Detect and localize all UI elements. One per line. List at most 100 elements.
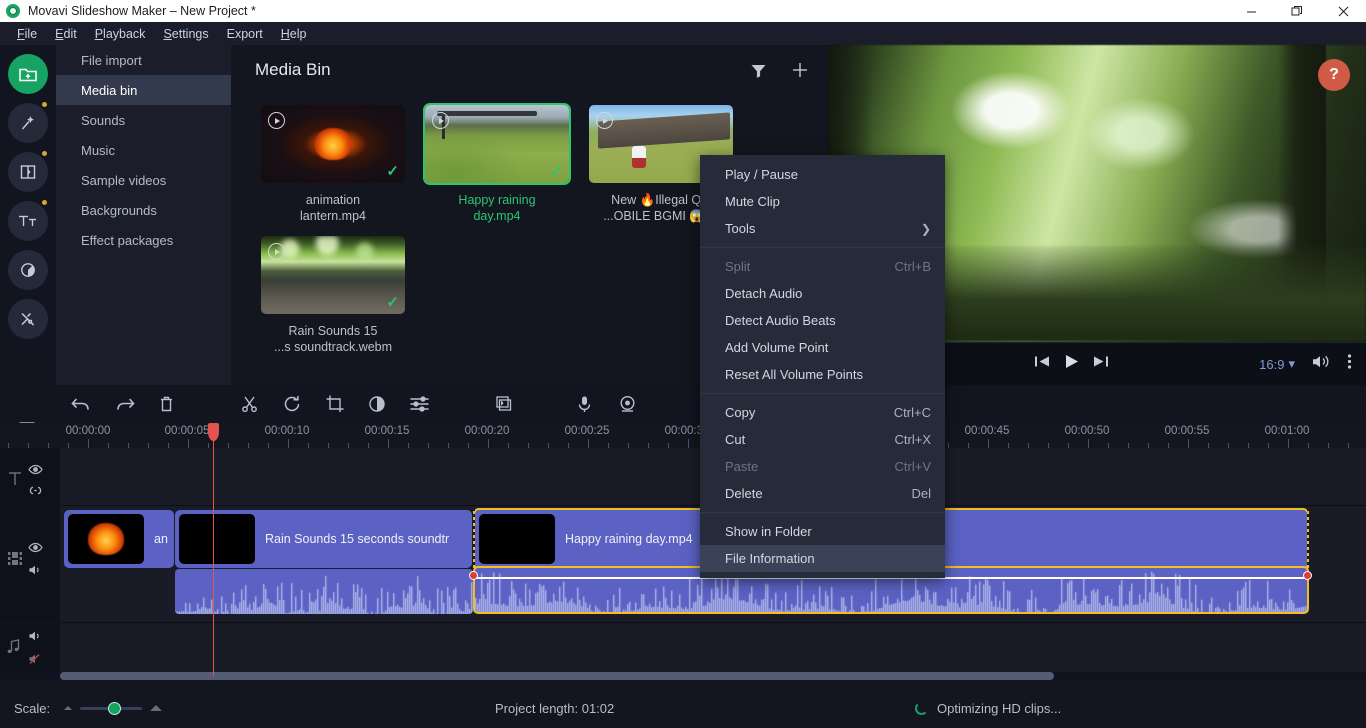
help-button[interactable]: ? (1318, 59, 1350, 91)
media-item[interactable]: ✓ Happy raining day.mp4 (415, 103, 579, 224)
context-menu-item[interactable]: Mute Clip (700, 188, 945, 215)
scale-slider[interactable] (64, 701, 163, 715)
eye-visible-icon[interactable] (28, 462, 43, 480)
menu-help[interactable]: Help (272, 25, 316, 43)
menu-settings[interactable]: Settings (154, 25, 217, 43)
next-frame-icon[interactable] (1092, 354, 1109, 374)
timeline-ruler[interactable]: 00:00:00 00:00:05 00:00:10 00:00:15 00:0… (0, 423, 1366, 448)
delete-trash-icon[interactable] (157, 394, 176, 419)
close-button[interactable] (1320, 0, 1366, 22)
media-thumbnail[interactable]: ✓ (423, 103, 571, 185)
ruler-label: 00:00:50 (1064, 425, 1110, 437)
context-menu-item[interactable]: Detach Audio (700, 280, 945, 307)
menu-file[interactable]: File (8, 25, 46, 43)
menu-playback[interactable]: Playback (86, 25, 155, 43)
used-check-icon: ✓ (386, 294, 399, 311)
maximize-button[interactable] (1274, 0, 1320, 22)
plus-add-media-icon[interactable] (790, 60, 810, 80)
play-icon[interactable] (432, 112, 449, 129)
context-menu-item-label: Paste (725, 459, 759, 474)
context-menu-item[interactable]: Show in Folder (700, 518, 945, 545)
speaker-icon[interactable] (28, 563, 43, 581)
rail-import-files-button[interactable] (8, 54, 48, 94)
timeline-clip[interactable]: Rain Sounds 15 seconds soundtr (175, 510, 472, 568)
rotate-icon[interactable] (282, 394, 302, 419)
clip-left-edge-handle[interactable] (473, 508, 475, 570)
sidebar-item-sample-videos[interactable]: Sample videos (56, 165, 231, 195)
context-menu-item[interactable]: Cut Ctrl+X (700, 426, 945, 453)
status-bar: Scale: Project length: 01:02 Optimizing … (0, 688, 1366, 728)
properties-sliders-icon[interactable] (409, 394, 430, 419)
volume-point-left[interactable] (469, 571, 478, 580)
playhead-handle[interactable] (208, 423, 219, 441)
color-adjust-icon[interactable] (367, 394, 387, 419)
media-item[interactable]: ✓ animation lantern.mp4 (251, 103, 415, 224)
sidebar-item-backgrounds[interactable]: Backgrounds (56, 195, 231, 225)
filter-funnel-icon[interactable] (749, 61, 768, 80)
link-detach-icon[interactable] (28, 483, 43, 501)
context-menu-item[interactable]: Add Volume Point (700, 334, 945, 361)
undo-icon[interactable] (70, 394, 92, 419)
chevron-down-icon: ▾ (1288, 356, 1295, 371)
crop-icon[interactable] (325, 394, 345, 419)
timeline-hscrollbar-thumb[interactable] (60, 672, 1054, 680)
context-menu-item[interactable]: Delete Del (700, 480, 945, 507)
play-icon[interactable] (1063, 353, 1080, 375)
scale-slider-knob[interactable] (108, 701, 122, 715)
volume-point-right[interactable] (1303, 571, 1312, 580)
sidebar-item-file-import[interactable]: File import (56, 45, 231, 75)
play-icon[interactable] (268, 243, 285, 260)
eye-visible-icon[interactable] (28, 540, 43, 558)
media-thumbnail[interactable]: ✓ (259, 234, 407, 316)
ruler-label: 00:00:00 (65, 425, 111, 437)
context-menu-item[interactable]: Tools ❯ (700, 215, 945, 242)
redo-icon[interactable] (114, 394, 136, 419)
rail-titles-text-button[interactable] (8, 200, 48, 241)
timeline-audio-clip[interactable] (175, 569, 473, 614)
aspect-ratio-select[interactable]: 16:9 ▾ (1259, 356, 1295, 372)
sidebar-item-media-bin[interactable]: Media bin (56, 75, 231, 105)
play-icon[interactable] (268, 112, 285, 129)
context-menu-item[interactable]: Play / Pause (700, 161, 945, 188)
context-menu-item[interactable]: Copy Ctrl+C (700, 399, 945, 426)
media-thumbnail[interactable]: ✓ (259, 103, 407, 185)
rail-tools-button[interactable] (8, 299, 48, 339)
timeline-hscrollbar[interactable] (0, 672, 1366, 680)
context-menu-item-label: Detect Audio Beats (725, 313, 836, 328)
play-icon[interactable] (596, 112, 613, 129)
minimize-button[interactable] (1228, 0, 1274, 22)
sidebar-item-music[interactable]: Music (56, 135, 231, 165)
scale-slider-rail[interactable] (80, 701, 143, 715)
context-menu-shortcut: Ctrl+C (893, 405, 931, 420)
ruler-label: 00:00:45 (964, 425, 1010, 437)
sidebar-item-effect-packages[interactable]: Effect packages (56, 225, 231, 255)
context-menu[interactable]: Play / Pause Mute Clip Tools ❯ Split Ctrl+B De… (700, 155, 945, 578)
rail-magic-wand-filters-button[interactable] (8, 102, 48, 143)
zoom-in-mountain-icon[interactable] (150, 705, 163, 711)
volume-speaker-icon[interactable] (1311, 353, 1331, 375)
speaker-icon[interactable] (28, 629, 43, 647)
clip-right-edge-handle[interactable] (1307, 508, 1309, 570)
media-item[interactable]: ✓ Rain Sounds 15 ...s soundtrack.webm (251, 234, 415, 355)
sidebar-item-sounds[interactable]: Sounds (56, 105, 231, 135)
timeline-clip[interactable]: an (64, 510, 174, 568)
more-options-icon[interactable] (1347, 353, 1352, 375)
window-controls (1228, 0, 1366, 22)
rail-transitions-button[interactable] (8, 151, 48, 192)
transition-icon[interactable] (492, 394, 513, 419)
media-caption-line1: Happy raining (458, 193, 536, 207)
context-menu-item-label: Detach Audio (725, 286, 803, 301)
context-menu-item[interactable]: File Information (700, 545, 945, 572)
speaker-muted-icon[interactable] (28, 652, 43, 670)
zoom-out-mountain-icon[interactable] (64, 706, 73, 710)
track-lane-audio[interactable] (60, 623, 1366, 672)
context-menu-item[interactable]: Reset All Volume Points (700, 361, 945, 388)
record-screen-icon[interactable] (618, 394, 637, 419)
previous-frame-icon[interactable] (1034, 354, 1051, 374)
split-scissors-icon[interactable] (240, 394, 260, 419)
context-menu-item[interactable]: Detect Audio Beats (700, 307, 945, 334)
menu-export[interactable]: Export (218, 25, 272, 43)
rail-color-adjust-button[interactable] (8, 250, 48, 290)
record-voice-icon[interactable] (576, 394, 593, 419)
menu-edit[interactable]: Edit (46, 25, 86, 43)
